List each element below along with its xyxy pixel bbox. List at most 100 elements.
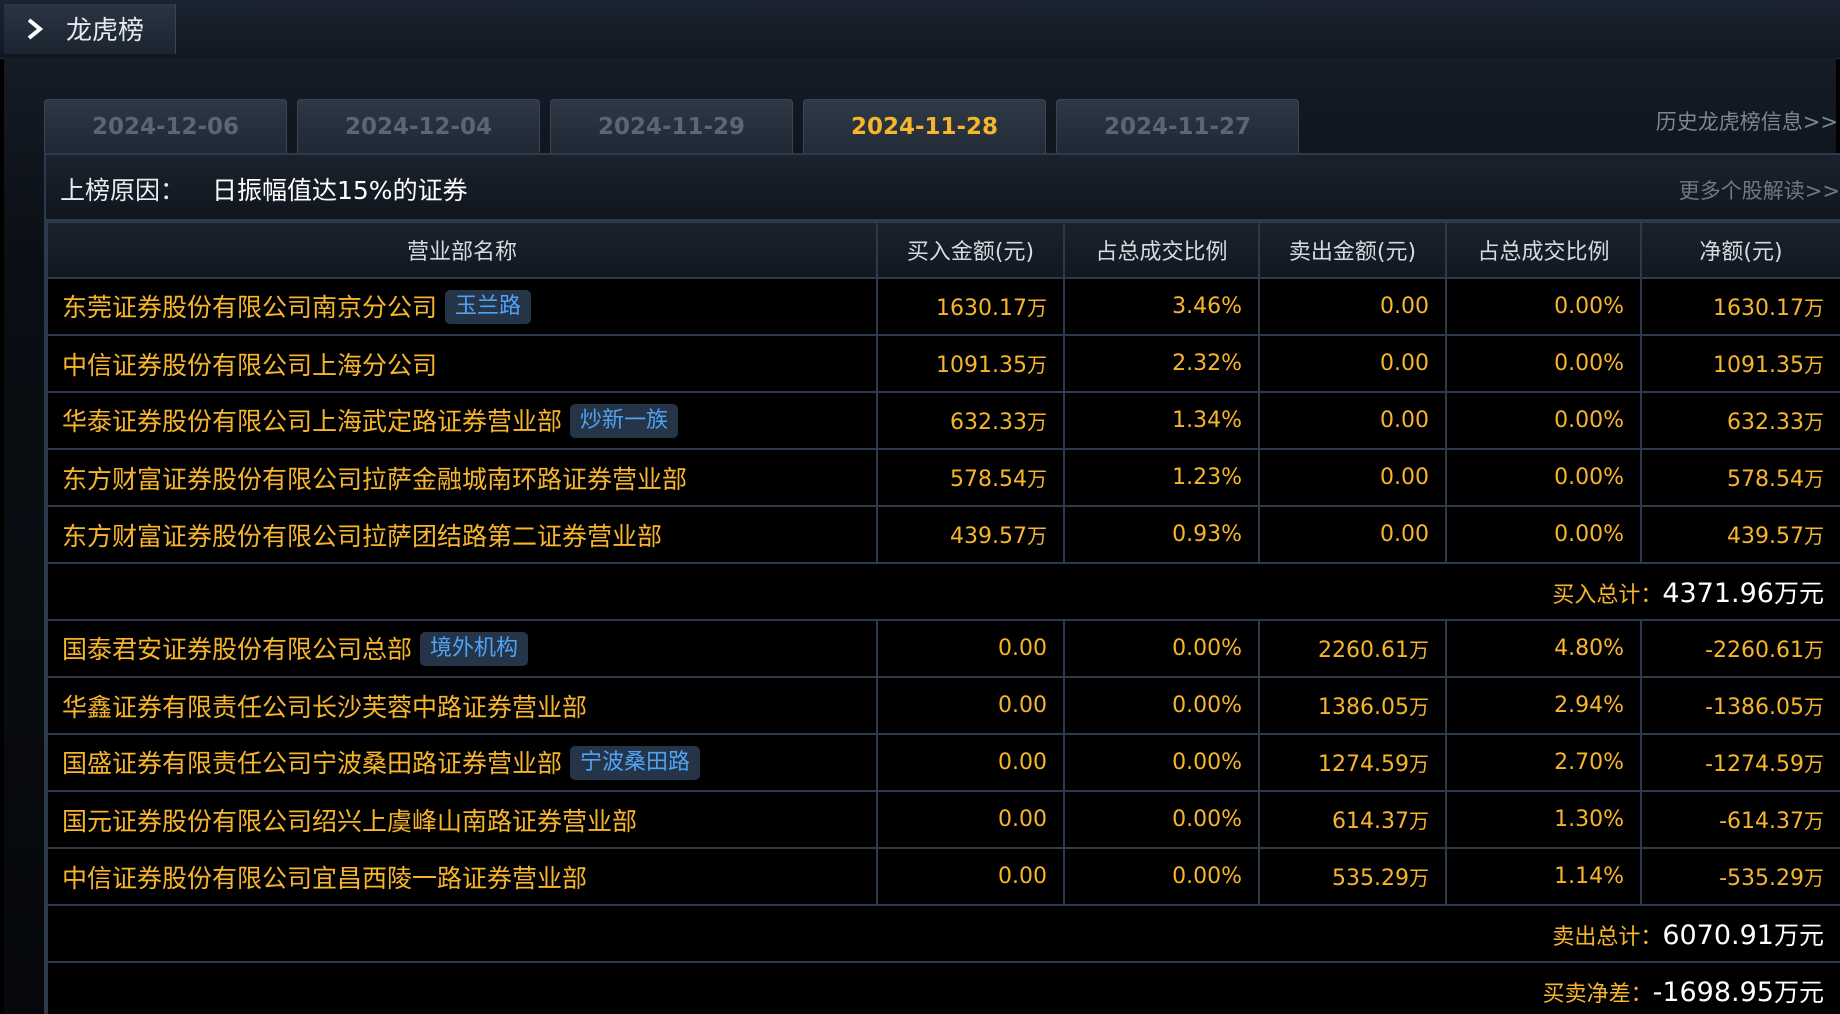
- net-amount-value: -1386.05: [1705, 695, 1804, 720]
- sell-ratio-cell: 0.00%: [1445, 334, 1642, 393]
- buy-amount-value: 0.00: [998, 864, 1047, 889]
- branch-name-cell[interactable]: 华鑫证券有限责任公司长沙芙蓉中路证券营业部: [46, 676, 878, 735]
- branch-name[interactable]: 华泰证券股份有限公司上海武定路证券营业部: [62, 407, 562, 436]
- branch-name-cell[interactable]: 东方财富证券股份有限公司拉萨团结路第二证券营业部: [46, 505, 878, 564]
- buy-ratio-value: 0.00%: [1172, 636, 1242, 661]
- buy-amount-cell: 632.33万: [876, 391, 1065, 450]
- col-header-buy-amount: 买入金额(元): [876, 221, 1065, 279]
- header-bar: 龙虎榜: [0, 0, 1840, 59]
- net-amount-value: -1274.59: [1705, 752, 1804, 777]
- branch-name-cell[interactable]: 东莞证券股份有限公司南京分公司 玉兰路: [46, 277, 878, 336]
- sell-ratio-value: 4.80%: [1554, 636, 1624, 661]
- net-amount-unit: 万: [1804, 467, 1824, 491]
- sell-amount-value: 2260.61: [1318, 638, 1409, 663]
- sell-amount-cell: 1386.05万: [1258, 676, 1447, 735]
- branch-name-cell[interactable]: 东方财富证券股份有限公司拉萨金融城南环路证券营业部: [46, 448, 878, 507]
- net-amount-unit: 万: [1804, 296, 1824, 320]
- buy-ratio-value: 3.46%: [1172, 294, 1242, 319]
- buy-ratio-cell: 0.00%: [1063, 790, 1260, 849]
- net-amount-value: -535.29: [1719, 866, 1804, 891]
- branch-name-cell[interactable]: 国元证券股份有限公司绍兴上虞峰山南路证券营业部: [46, 790, 878, 849]
- buy-ratio-cell: 1.23%: [1063, 448, 1260, 507]
- table-row: 中信证券股份有限公司宜昌西陵一路证券营业部 0.00 0.00% 535.29万 1.1…: [46, 847, 1840, 906]
- sell-amount-value: 1274.59: [1318, 752, 1409, 777]
- table-row: 东方财富证券股份有限公司拉萨团结路第二证券营业部 439.57万 0.93% 0.00…: [46, 505, 1840, 564]
- col-header-sell-ratio: 占总成交比例: [1445, 221, 1642, 279]
- tab-date-2[interactable]: 2024-12-04: [297, 99, 540, 153]
- net-amount-unit: 万: [1804, 638, 1824, 662]
- buy-amount-value: 578.54: [950, 467, 1027, 492]
- branch-name[interactable]: 国元证券股份有限公司绍兴上虞峰山南路证券营业部: [62, 807, 637, 836]
- sell-amount-value: 0.00: [1380, 522, 1429, 547]
- branch-name-cell[interactable]: 国泰君安证券股份有限公司总部 境外机构: [46, 619, 878, 678]
- buy-total-row: 买入总计：4371.96万元: [46, 562, 1840, 621]
- tab-date-1[interactable]: 2024-12-06: [44, 99, 287, 153]
- sell-ratio-cell: 0.00%: [1445, 391, 1642, 450]
- buy-ratio-cell: 1.34%: [1063, 391, 1260, 450]
- branch-name[interactable]: 华鑫证券有限责任公司长沙芙蓉中路证券营业部: [62, 693, 587, 722]
- table-row: 华泰证券股份有限公司上海武定路证券营业部 炒新一族 632.33万 1.34% 0.00…: [46, 391, 1840, 450]
- net-amount-cell: -535.29万: [1640, 847, 1840, 906]
- sell-ratio-cell: 4.80%: [1445, 619, 1642, 678]
- buy-ratio-value: 1.23%: [1172, 465, 1242, 490]
- sell-ratio-cell: 1.14%: [1445, 847, 1642, 906]
- net-amount-cell: 632.33万: [1640, 391, 1840, 450]
- more-analysis-link[interactable]: 更多个股解读>>: [1679, 175, 1840, 205]
- sell-amount-cell: 1274.59万: [1258, 733, 1447, 792]
- section-title: 龙虎榜: [66, 16, 145, 46]
- table-row: 东方财富证券股份有限公司拉萨金融城南环路证券营业部 578.54万 1.23% 0.0…: [46, 448, 1840, 507]
- branch-name-cell[interactable]: 华泰证券股份有限公司上海武定路证券营业部 炒新一族: [46, 391, 878, 450]
- branch-tag[interactable]: 宁波桑田路: [570, 745, 701, 780]
- branch-tag[interactable]: 境外机构: [420, 631, 529, 666]
- history-link[interactable]: 历史龙虎榜信息>>: [1656, 106, 1838, 136]
- buy-amount-unit: 万: [1027, 410, 1047, 434]
- sell-ratio-value: 1.30%: [1554, 807, 1624, 832]
- buy-amount-value: 632.33: [950, 410, 1027, 435]
- reason-row: 上榜原因： 日振幅值达15%的证券 更多个股解读>>: [46, 155, 1840, 221]
- buy-amount-cell: 1091.35万: [876, 334, 1065, 393]
- tab-date-3[interactable]: 2024-11-29: [550, 99, 793, 153]
- buy-amount-cell: 0.00: [876, 676, 1065, 735]
- sell-amount-cell: 0.00: [1258, 334, 1447, 393]
- buy-amount-cell: 0.00: [876, 790, 1065, 849]
- tab-date-4-active[interactable]: 2024-11-28: [803, 99, 1046, 153]
- branch-name[interactable]: 东方财富证券股份有限公司拉萨团结路第二证券营业部: [62, 522, 662, 551]
- net-amount-unit: 万: [1804, 752, 1824, 776]
- sell-ratio-value: 2.70%: [1554, 750, 1624, 775]
- sell-amount-value: 0.00: [1380, 351, 1429, 376]
- section-tab[interactable]: 龙虎榜: [4, 4, 176, 54]
- sell-ratio-cell: 1.30%: [1445, 790, 1642, 849]
- sell-amount-cell: 614.37万: [1258, 790, 1447, 849]
- branch-tag[interactable]: 玉兰路: [445, 289, 532, 324]
- buy-amount-cell: 439.57万: [876, 505, 1065, 564]
- net-total-value: -1698.95: [1652, 976, 1774, 1008]
- branch-name[interactable]: 国泰君安证券股份有限公司总部: [62, 635, 412, 664]
- net-total-unit: 万元: [1773, 977, 1824, 1007]
- net-amount-value: 1630.17: [1713, 296, 1804, 321]
- net-amount-unit: 万: [1804, 809, 1824, 833]
- buy-total-cell: 买入总计：4371.96万元: [46, 562, 1840, 621]
- table-row: 东莞证券股份有限公司南京分公司 玉兰路 1630.17万 3.46% 0.00 0.00%…: [46, 277, 1840, 336]
- buy-amount-cell: 0.00: [876, 847, 1065, 906]
- branch-tag[interactable]: 炒新一族: [570, 403, 679, 438]
- buy-amount-value: 1091.35: [936, 353, 1027, 378]
- net-amount-cell: -614.37万: [1640, 790, 1840, 849]
- branch-name[interactable]: 东莞证券股份有限公司南京分公司: [62, 293, 437, 322]
- tab-date-5[interactable]: 2024-11-27: [1056, 99, 1299, 153]
- branch-name-cell[interactable]: 国盛证券有限责任公司宁波桑田路证券营业部 宁波桑田路: [46, 733, 878, 792]
- branch-name[interactable]: 中信证券股份有限公司宜昌西陵一路证券营业部: [62, 864, 587, 893]
- net-amount-cell: 578.54万: [1640, 448, 1840, 507]
- buy-amount-unit: 万: [1027, 353, 1047, 377]
- table-row: 华鑫证券有限责任公司长沙芙蓉中路证券营业部 0.00 0.00% 1386.05万 2.…: [46, 676, 1840, 735]
- branch-name-cell[interactable]: 中信证券股份有限公司上海分公司: [46, 334, 878, 393]
- sell-amount-unit: 万: [1409, 695, 1429, 719]
- table-row: 国盛证券有限责任公司宁波桑田路证券营业部 宁波桑田路 0.00 0.00% 1274.5…: [46, 733, 1840, 792]
- sell-amount-value: 0.00: [1380, 294, 1429, 319]
- sell-total-row: 卖出总计：6070.91万元: [46, 904, 1840, 963]
- branch-name[interactable]: 东方财富证券股份有限公司拉萨金融城南环路证券营业部: [62, 465, 687, 494]
- branch-name-cell[interactable]: 中信证券股份有限公司宜昌西陵一路证券营业部: [46, 847, 878, 906]
- table-row: 国元证券股份有限公司绍兴上虞峰山南路证券营业部 0.00 0.00% 614.37万 1…: [46, 790, 1840, 849]
- buy-amount-value: 0.00: [998, 636, 1047, 661]
- branch-name[interactable]: 国盛证券有限责任公司宁波桑田路证券营业部: [62, 749, 562, 778]
- branch-name[interactable]: 中信证券股份有限公司上海分公司: [62, 351, 437, 380]
